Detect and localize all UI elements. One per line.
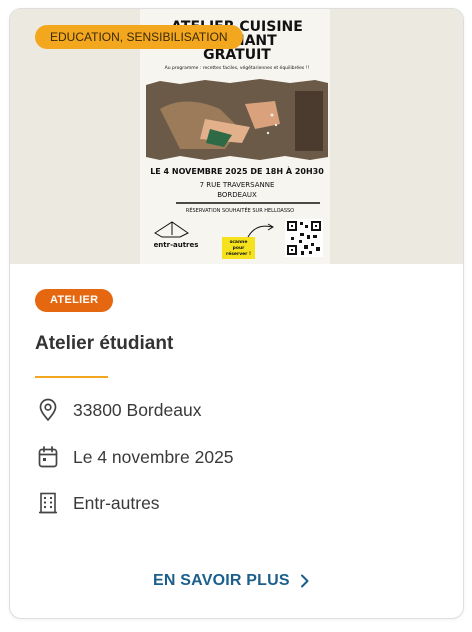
poster-scan-line-2: pour [233,245,246,251]
calendar-icon [35,444,61,470]
poster-date: LE 4 NOVEMBRE 2025 DE 18H À 20H30 [150,165,324,176]
location-text: 33800 Bordeaux [73,399,202,420]
poster-scan-line-1: scanne [230,240,248,245]
poster-title-line-3: GRATUIT [203,47,271,63]
building-icon [35,490,61,516]
poster-address-line-1: 7 RUE TRAVERSANNE [200,181,275,189]
event-image[interactable]: ATELIER CUISINE ÉTUDIANT GRATUIT Au prog… [10,9,463,264]
map-pin-icon [35,397,61,423]
chevron-right-icon [300,574,310,588]
title-divider [35,376,108,378]
learn-more-label: EN SAVOIR PLUS [153,572,290,589]
poster-reservation: RÉSERVATION SOUHAITÉE SUR HELLOASSO [186,206,294,214]
learn-more-link[interactable]: EN SAVOIR PLUS [153,569,310,593]
event-type-badge: ATELIER [35,289,114,312]
poster-logo: entr-autres [154,241,199,249]
poster-address-line-2: BORDEAUX [217,191,257,199]
location-row: 33800 Bordeaux [35,397,201,423]
organizer-row: Entr-autres [35,490,160,516]
event-card[interactable]: ATELIER CUISINE ÉTUDIANT GRATUIT Au prog… [9,8,464,619]
poster-scan-line-3: réserver ! [226,250,251,257]
event-title[interactable]: Atelier étudiant [35,333,173,355]
organizer-text: Entr-autres [73,492,160,513]
poster-subtitle: Au programme : recettes faciles, végétar… [165,64,310,71]
category-tag: EDUCATION, SENSIBILISATION [35,25,243,49]
qr-code-icon [285,219,323,257]
date-row: Le 4 novembre 2025 [35,444,234,470]
date-text: Le 4 novembre 2025 [73,446,234,467]
